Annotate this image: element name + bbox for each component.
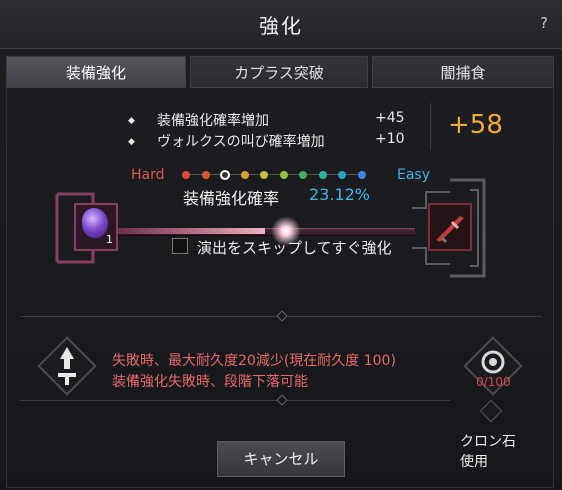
bonus-total: +58 (448, 110, 503, 140)
material-quantity: 1 (106, 233, 113, 246)
skip-animation-label: 演出をスキップしてすぐ強化 (197, 239, 392, 257)
window-title: 強化 (259, 14, 303, 38)
difficulty-dot (201, 171, 210, 179)
success-rate-label: 装備強化確率 (183, 189, 280, 208)
durability-warning-icon (37, 336, 97, 396)
enhance-window: 強化 ? 装備強化 カプラス突破 闇捕食 ◆ 装備強化確率増加 +45 ◆ ヴォ… (0, 0, 562, 490)
cancel-button[interactable]: キャンセル (217, 441, 345, 477)
difficulty-dot (240, 171, 249, 179)
difficulty-dot (318, 171, 327, 179)
warning-downgrade-text: 装備強化失敗時、段階下落可能 (112, 374, 308, 390)
difficulty-dot (338, 171, 346, 179)
success-rate-value: 23.12% (309, 185, 371, 204)
difficulty-dot (220, 170, 230, 180)
clone-stone-label-line2: 使用 (460, 454, 488, 470)
difficulty-dot (279, 171, 288, 179)
difficulty-dot (299, 171, 307, 179)
help-button[interactable]: ? (540, 14, 548, 32)
tab-dark-devour[interactable]: 闇捕食 (372, 56, 554, 88)
gem-icon (82, 208, 108, 238)
divider (430, 103, 431, 149)
bonus-label: ヴォルクスの叫び確率増加 (157, 134, 325, 150)
clone-stone-count: 0/100 (476, 375, 511, 389)
title-bar: 強化 ? (0, 0, 562, 49)
bonus-label: 装備強化確率増加 (157, 113, 269, 129)
tab-equipment-enhance[interactable]: 装備強化 (6, 56, 186, 88)
tab-kapras-breakthrough[interactable]: カプラス突破 (190, 56, 368, 88)
bonus-value: +10 (375, 131, 405, 147)
warning-durability-text: 失敗時、最大耐久度20減少(現在耐久度 100) (112, 353, 396, 369)
success-rate-bar-fill (115, 228, 265, 234)
divider (20, 400, 450, 401)
clone-stone-label-line1: クロン石 (460, 434, 516, 450)
difficulty-dot (357, 171, 366, 179)
tab-bar: 装備強化 カプラス突破 闇捕食 (6, 56, 554, 88)
bonus-value: +45 (375, 110, 405, 126)
clone-stone-label: クロン石 使用 (460, 432, 540, 472)
bullet-icon: ◆ (128, 137, 135, 147)
skip-animation-checkbox[interactable] (172, 238, 188, 254)
difficulty-dot (260, 171, 268, 179)
sword-icon (436, 216, 464, 244)
bullet-icon: ◆ (128, 116, 135, 126)
difficulty-dot (182, 171, 190, 179)
difficulty-hard-label: Hard (131, 167, 165, 183)
